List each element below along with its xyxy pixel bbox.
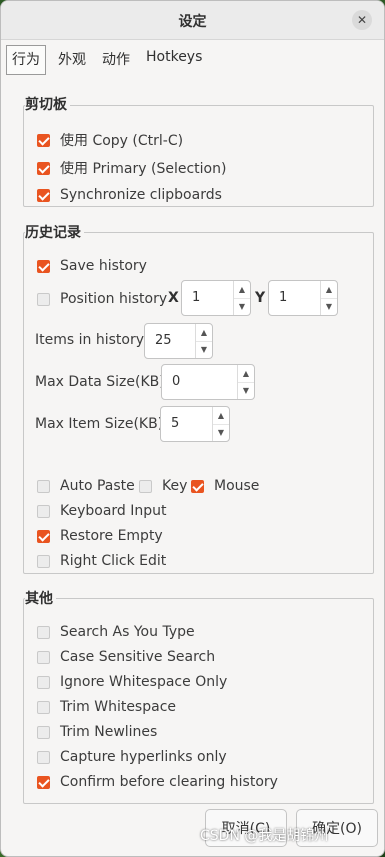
position-history-option[interactable]: Position history (37, 289, 167, 309)
trim-newlines-label: Trim Newlines (60, 724, 158, 740)
auto-paste-checkbox[interactable] (37, 479, 50, 493)
other-group-title: 其他 (25, 588, 56, 608)
position-x-stepper[interactable]: 1 ▲ ▼ (181, 280, 251, 316)
ignore-whitespace-checkbox[interactable] (37, 675, 50, 689)
max-data-size-label: Max Data Size(KB) (35, 374, 165, 390)
save-history-option[interactable]: Save history (37, 256, 147, 276)
max-item-size-value: 5 (171, 416, 180, 431)
max-data-size-stepper[interactable]: 0 ▲ ▼ (161, 364, 255, 400)
use-copy-checkbox[interactable] (37, 133, 50, 147)
auto-paste-option[interactable]: Auto Paste (37, 476, 135, 496)
down-arrow-icon[interactable]: ▼ (213, 424, 229, 441)
trim-whitespace-checkbox[interactable] (37, 700, 50, 714)
case-sensitive-search-option[interactable]: Case Sensitive Search (37, 647, 215, 667)
mouse-checkbox[interactable] (191, 479, 204, 493)
x-label: X (168, 290, 179, 306)
down-arrow-icon[interactable]: ▼ (234, 298, 250, 315)
confirm-clear-history-option[interactable]: Confirm before clearing history (37, 772, 278, 792)
trim-newlines-option[interactable]: Trim Newlines (37, 722, 157, 742)
search-as-you-type-checkbox[interactable] (37, 625, 50, 639)
max-item-size-stepper[interactable]: 5 ▲ ▼ (160, 406, 230, 442)
use-copy-label: 使用 Copy (Ctrl-C) (60, 133, 184, 149)
save-history-checkbox[interactable] (37, 259, 50, 273)
right-click-edit-checkbox[interactable] (37, 554, 50, 568)
search-as-you-type-label: Search As You Type (60, 624, 195, 640)
max-data-size-value: 0 (172, 374, 181, 389)
position-x-value: 1 (192, 290, 201, 305)
trim-whitespace-option[interactable]: Trim Whitespace (37, 697, 176, 717)
items-in-history-stepper[interactable]: 25 ▲ ▼ (144, 323, 213, 359)
mouse-label: Mouse (214, 478, 260, 494)
up-arrow-icon[interactable]: ▲ (238, 365, 254, 383)
watermark: CSDN @我是胡锦州 (200, 828, 329, 844)
capture-hyperlinks-checkbox[interactable] (37, 750, 50, 764)
confirm-clear-history-checkbox[interactable] (37, 775, 50, 789)
tab-actions[interactable]: 动作 (102, 49, 130, 69)
right-click-edit-option[interactable]: Right Click Edit (37, 551, 166, 571)
trim-newlines-checkbox[interactable] (37, 725, 50, 739)
down-arrow-icon[interactable]: ▼ (196, 341, 212, 358)
position-history-checkbox[interactable] (37, 292, 50, 306)
sync-clipboards-checkbox[interactable] (37, 188, 50, 202)
up-arrow-icon[interactable]: ▲ (321, 281, 337, 299)
tab-behavior[interactable]: 行为 (6, 45, 46, 75)
items-in-history-label: Items in history (35, 332, 144, 348)
use-primary-option[interactable]: 使用 Primary (Selection) (37, 158, 226, 178)
history-group-title: 历史记录 (25, 222, 84, 242)
position-y-value: 1 (279, 290, 288, 305)
save-history-label: Save history (60, 258, 147, 274)
sync-clipboards-label: Synchronize clipboards (60, 187, 222, 203)
restore-empty-label: Restore Empty (60, 528, 163, 544)
down-arrow-icon[interactable]: ▼ (321, 298, 337, 315)
titlebar: 设定 ✕ (1, 1, 384, 40)
keyboard-input-checkbox[interactable] (37, 504, 50, 518)
up-arrow-icon[interactable]: ▲ (213, 407, 229, 425)
capture-hyperlinks-option[interactable]: Capture hyperlinks only (37, 747, 227, 767)
keyboard-input-option[interactable]: Keyboard Input (37, 501, 167, 521)
ignore-whitespace-option[interactable]: Ignore Whitespace Only (37, 672, 227, 692)
restore-empty-option[interactable]: Restore Empty (37, 526, 163, 546)
restore-empty-checkbox[interactable] (37, 529, 50, 543)
mouse-option[interactable]: Mouse (191, 476, 259, 496)
down-arrow-icon[interactable]: ▼ (238, 382, 254, 399)
key-option[interactable]: Key (139, 476, 187, 496)
max-item-size-label: Max Item Size(KB) (35, 416, 164, 432)
trim-whitespace-label: Trim Whitespace (60, 699, 177, 715)
use-primary-checkbox[interactable] (37, 161, 50, 175)
up-arrow-icon[interactable]: ▲ (234, 281, 250, 299)
position-y-stepper[interactable]: 1 ▲ ▼ (268, 280, 338, 316)
ignore-whitespace-label: Ignore Whitespace Only (60, 674, 228, 690)
tab-appearance[interactable]: 外观 (58, 49, 86, 69)
dialog-title: 设定 (178, 14, 207, 30)
confirm-clear-history-label: Confirm before clearing history (60, 774, 278, 790)
key-label: Key (162, 478, 188, 494)
search-as-you-type-option[interactable]: Search As You Type (37, 622, 195, 642)
use-primary-label: 使用 Primary (Selection) (60, 161, 227, 177)
up-arrow-icon[interactable]: ▲ (196, 324, 212, 342)
use-copy-option[interactable]: 使用 Copy (Ctrl-C) (37, 130, 183, 150)
sync-clipboards-option[interactable]: Synchronize clipboards (37, 185, 222, 205)
auto-paste-label: Auto Paste (60, 478, 135, 494)
case-sensitive-search-checkbox[interactable] (37, 650, 50, 664)
tab-hotkeys[interactable]: Hotkeys (146, 49, 202, 65)
y-label: Y (255, 290, 266, 306)
clipboard-group-title: 剪切板 (25, 94, 70, 114)
right-click-edit-label: Right Click Edit (60, 553, 167, 569)
position-history-label: Position history (60, 291, 168, 307)
capture-hyperlinks-label: Capture hyperlinks only (60, 749, 227, 765)
keyboard-input-label: Keyboard Input (60, 503, 167, 519)
items-in-history-value: 25 (155, 333, 172, 348)
close-icon[interactable]: ✕ (352, 10, 372, 30)
case-sensitive-search-label: Case Sensitive Search (60, 649, 216, 665)
key-checkbox[interactable] (139, 479, 152, 493)
preferences-dialog: 设定 ✕ 行为 外观 动作 Hotkeys 剪切板 使用 Copy (Ctrl-… (0, 0, 385, 857)
